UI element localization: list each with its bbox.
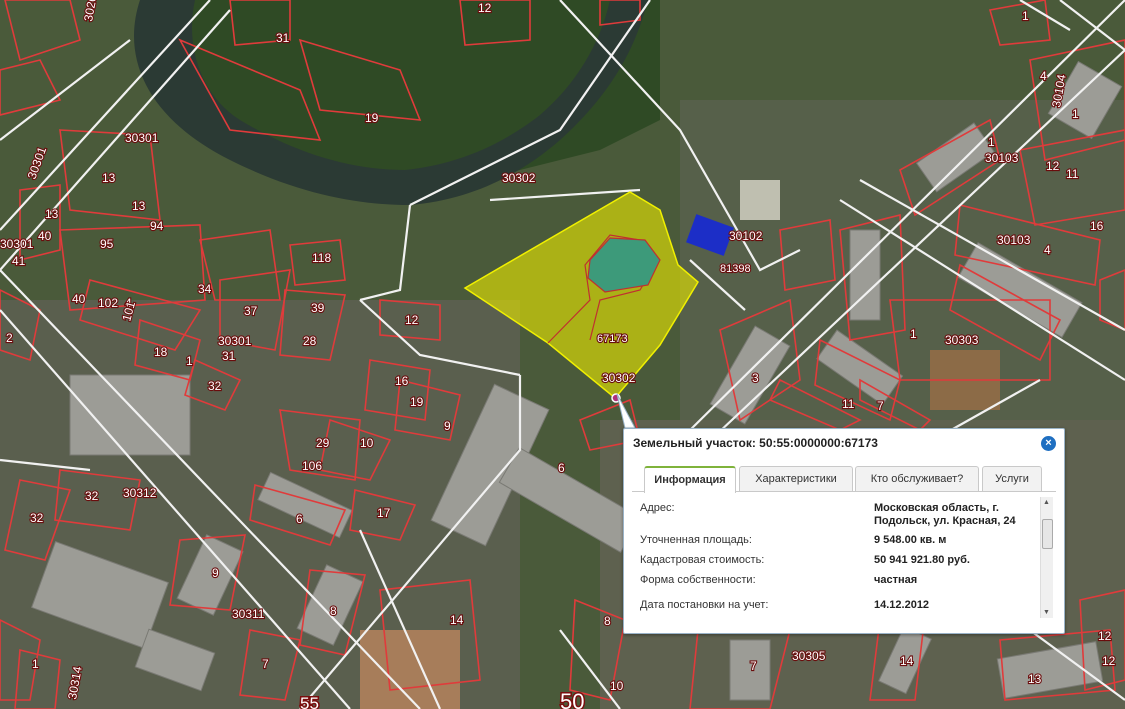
- popup-tabs: Информация Характеристики Кто обслуживае…: [632, 459, 1056, 493]
- label-number: 12: [1046, 159, 1060, 173]
- label-number: 10: [360, 436, 374, 450]
- label-quarter-30103: 30103: [997, 233, 1031, 247]
- address-value: Московская область, г. Подольск, ул. Кра…: [874, 502, 1016, 527]
- label-number: 102: [98, 296, 118, 310]
- area-label: Уточненная площадь:: [640, 534, 752, 546]
- label-number: 7: [750, 659, 757, 673]
- label-number: 40: [72, 292, 86, 306]
- label-number: 3: [752, 371, 759, 385]
- label-quarter-30103: 30103: [985, 151, 1019, 165]
- label-number: 1: [1072, 107, 1079, 121]
- ownership-value: частная: [874, 574, 918, 586]
- label-number: 32: [30, 511, 44, 525]
- label-quarter-30311: 30311: [232, 607, 265, 621]
- label-number: 13: [132, 199, 146, 213]
- label-number: 95: [100, 237, 114, 251]
- label-number: 12: [405, 313, 419, 327]
- label-number: 13: [1028, 672, 1042, 686]
- label-number: 13: [102, 171, 116, 185]
- label-number: 118: [312, 251, 331, 265]
- scroll-down-icon[interactable]: ▼: [1043, 609, 1050, 616]
- label-number: 1: [1022, 9, 1029, 23]
- label-number: 1: [32, 657, 39, 671]
- label-number: 19: [410, 395, 424, 409]
- label-quarter-30102: 30102: [729, 229, 763, 243]
- label-number: 14: [450, 613, 464, 627]
- label-number: 11: [1066, 167, 1079, 181]
- registration-date-label: Дата постановки на учет:: [640, 599, 769, 611]
- label-number: 32: [208, 379, 222, 393]
- label-number: 8: [604, 614, 611, 628]
- area-value: 9 548.00 кв. м: [874, 534, 947, 546]
- label-number: 14: [900, 654, 914, 668]
- scroll-up-icon[interactable]: ▲: [1043, 499, 1050, 506]
- label-number: 9: [212, 566, 219, 580]
- label-number: 6: [558, 461, 565, 475]
- label-number: 39: [311, 301, 325, 315]
- label-number: 34: [198, 282, 212, 296]
- scrollbar[interactable]: ▲ ▼: [1040, 497, 1053, 618]
- label-number: 28: [303, 334, 317, 348]
- label-number: 9: [444, 419, 451, 433]
- label-number: 7: [877, 399, 884, 413]
- address-label: Адрес:: [640, 502, 675, 514]
- label-number: 13: [45, 207, 59, 221]
- label-number: 6: [296, 512, 303, 526]
- ownership-label: Форма собственности:: [640, 574, 756, 586]
- label-number: 31: [222, 349, 236, 363]
- label-number: 17: [377, 506, 391, 520]
- label-number: 12: [478, 1, 492, 15]
- label-quarter-30303: 30303: [945, 333, 979, 347]
- label-quarter-30302: 30302: [502, 171, 536, 185]
- info-content[interactable]: Адрес: Московская область, г. Подольск, …: [632, 492, 1039, 617]
- label-number: 4: [1044, 243, 1051, 257]
- label-quarter-30301: 30301: [0, 237, 34, 251]
- parcel-info-popup: Земельный участок: 50:55:0000000:67173 ×…: [623, 428, 1065, 634]
- label-number: 32: [85, 489, 99, 503]
- label-number: 55: [300, 694, 319, 709]
- popup-title: Земельный участок: 50:55:0000000:67173: [633, 436, 878, 450]
- label-parcel-67173: 67173: [597, 333, 628, 345]
- label-number: 2: [6, 331, 13, 345]
- label-number: 37: [244, 304, 258, 318]
- label-number: 10: [610, 679, 624, 693]
- label-number: 106: [302, 459, 322, 473]
- label-number: 12: [1098, 629, 1112, 643]
- label-number: 40: [38, 229, 52, 243]
- label-number: 16: [1090, 219, 1104, 233]
- label-quarter-30302: 30302: [602, 371, 636, 385]
- label-number: 12: [1102, 654, 1116, 668]
- label-number: 19: [365, 111, 379, 125]
- label-quarter-30305: 30305: [792, 649, 826, 663]
- cadastral-value-label: Кадастровая стоимость:: [640, 554, 765, 566]
- tab-services[interactable]: Услуги: [982, 466, 1042, 491]
- tab-who-serves[interactable]: Кто обслуживает?: [855, 466, 979, 491]
- label-number: 1: [910, 327, 917, 341]
- scroll-thumb[interactable]: [1042, 519, 1053, 549]
- label-parcel-81398: 81398: [720, 263, 751, 275]
- label-number: 50: [560, 689, 584, 709]
- label-quarter-30301: 30301: [218, 334, 252, 348]
- label-number: 8: [330, 604, 337, 618]
- label-quarter-30301: 30301: [125, 131, 159, 145]
- tab-info[interactable]: Информация: [644, 466, 736, 493]
- label-number: 29: [316, 436, 330, 450]
- close-icon[interactable]: ×: [1041, 436, 1056, 451]
- label-number: 94: [150, 219, 164, 233]
- label-number: 31: [276, 31, 290, 45]
- label-number: 41: [12, 254, 26, 268]
- registration-date-value: 14.12.2012: [874, 599, 930, 611]
- cadastral-value: 50 941 921.80 руб.: [874, 554, 970, 566]
- label-number: 18: [154, 345, 168, 359]
- tab-characteristics[interactable]: Характеристики: [739, 466, 853, 491]
- label-number: 11: [842, 397, 855, 411]
- label-number: 16: [395, 374, 409, 388]
- label-number: 1: [988, 135, 995, 149]
- label-number: 4: [1040, 69, 1047, 83]
- label-number: 7: [262, 657, 269, 671]
- label-number: 1: [186, 354, 193, 368]
- label-quarter-30312: 30312: [123, 486, 157, 500]
